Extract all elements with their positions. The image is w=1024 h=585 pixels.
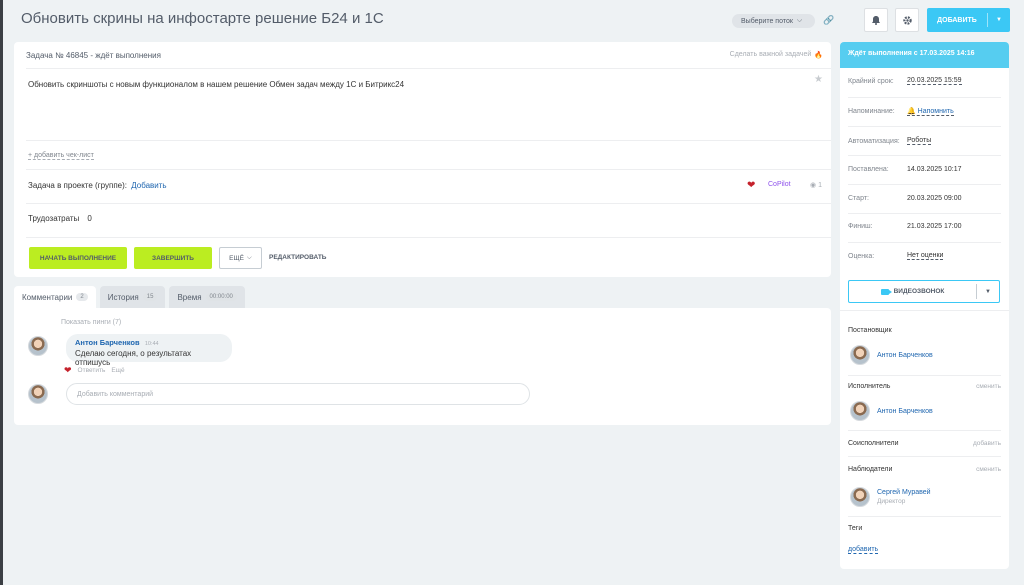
page-title: Обновить скрины на инфостарте решение Б2… bbox=[21, 10, 384, 27]
observer-person[interactable]: Сергей Муравей Директор bbox=[850, 487, 931, 507]
finish-row: Финиш: 21.03.2025 17:00 bbox=[848, 223, 962, 230]
creator-header: Постановщик bbox=[848, 327, 892, 334]
tab-bar: Комментарии 2 История 15 Время 00:00:00 bbox=[14, 286, 245, 308]
time-spent-label: Трудозатраты bbox=[28, 214, 80, 223]
reminder-row: Напоминание: 🔔 Напомнить bbox=[848, 107, 954, 116]
observer-role: Директор bbox=[877, 498, 906, 505]
add-checklist-link[interactable]: + добавить чек-лист bbox=[28, 152, 94, 160]
avatar bbox=[850, 345, 870, 365]
tab-count: 15 bbox=[142, 293, 158, 301]
creator-name: Антон Барченков bbox=[877, 351, 933, 359]
flame-icon: 🔥 bbox=[814, 52, 823, 59]
assignee-person[interactable]: Антон Барченков bbox=[850, 401, 933, 421]
heart-icon[interactable]: ❤ bbox=[747, 180, 755, 191]
chevron-down-icon: ⌵ bbox=[246, 254, 252, 261]
comment-bubble: Антон Барченков 10:44 Сделаю сегодня, о … bbox=[66, 334, 232, 367]
star-icon[interactable]: ★ bbox=[814, 74, 823, 85]
project-label: Задача в проекте (группе): bbox=[28, 181, 127, 190]
deadline-row: Крайний срок: 20.03.2025 15:59 bbox=[848, 77, 962, 85]
like-heart-icon[interactable]: ❤ bbox=[64, 365, 72, 376]
rating-row: Оценка: Нет оценки bbox=[848, 252, 944, 260]
gear-icon bbox=[902, 15, 912, 25]
comment-input[interactable]: Добавить комментарий bbox=[66, 383, 530, 405]
bell-icon bbox=[872, 16, 880, 25]
show-pings-link[interactable]: Показать пинги (7) bbox=[61, 319, 121, 326]
project-row: Задача в проекте (группе): Добавить bbox=[28, 181, 167, 190]
observers-header: Наблюдатели сменить bbox=[848, 466, 1001, 473]
flow-label: Выберите поток bbox=[741, 17, 793, 25]
created-row: Поставлена: 14.03.2025 10:17 bbox=[848, 166, 962, 173]
finish-task-button[interactable]: ЗАВЕРШИТЬ bbox=[134, 247, 212, 269]
notifications-button[interactable] bbox=[864, 8, 888, 32]
bell-icon: 🔔 bbox=[907, 108, 916, 115]
camera-icon bbox=[880, 288, 892, 295]
video-call-button[interactable]: ВИДЕОЗВОНОК ▼ bbox=[848, 280, 1000, 303]
comment-author[interactable]: Антон Барченков bbox=[75, 338, 140, 347]
status-badge: Ждёт выполнения с 17.03.2025 14:16 bbox=[840, 42, 1009, 68]
chevron-down-icon[interactable]: ▼ bbox=[988, 17, 1010, 23]
add-button-label: ДОБАВИТЬ bbox=[937, 16, 977, 24]
copilot-link[interactable]: CoPilot bbox=[768, 181, 791, 188]
created-value: 14.03.2025 10:17 bbox=[907, 166, 962, 173]
task-card: Задача № 46845 - ждёт выполнения Сделать… bbox=[14, 42, 831, 277]
tab-count: 2 bbox=[76, 293, 88, 301]
creator-person[interactable]: Антон Барченков bbox=[850, 345, 933, 365]
reminder-link[interactable]: 🔔 Напомнить bbox=[907, 107, 954, 116]
avatar bbox=[850, 401, 870, 421]
assignee-header: Исполнитель сменить bbox=[848, 383, 1001, 390]
add-tag-link[interactable]: добавить bbox=[848, 546, 879, 554]
comments-panel: Показать пинги (7) Антон Барченков 10:44… bbox=[14, 308, 831, 425]
start-task-button[interactable]: НАЧАТЬ ВЫПОЛНЕНИЕ bbox=[29, 247, 127, 269]
start-row: Старт: 20.03.2025 09:00 bbox=[848, 195, 962, 202]
task-sidebar: Ждёт выполнения с 17.03.2025 14:16 Крайн… bbox=[840, 42, 1009, 569]
views-counter: ◉ 1 bbox=[810, 182, 822, 189]
flow-selector[interactable]: Выберите поток ⌵ bbox=[732, 14, 815, 28]
more-button[interactable]: ЕЩЁ ⌵ bbox=[219, 247, 262, 269]
avatar[interactable] bbox=[28, 336, 48, 356]
add-button[interactable]: ДОБАВИТЬ ▼ bbox=[927, 8, 1010, 32]
change-observers-link[interactable]: сменить bbox=[976, 466, 1001, 473]
task-heading: Задача № 46845 - ждёт выполнения bbox=[26, 51, 161, 60]
mark-important-button[interactable]: Сделать важной задачей 🔥 bbox=[730, 51, 823, 59]
rating-value[interactable]: Нет оценки bbox=[907, 252, 944, 260]
observer-name: Сергей Муравей bbox=[877, 489, 931, 496]
tab-time[interactable]: Время 00:00:00 bbox=[169, 286, 245, 308]
robots-link[interactable]: Роботы bbox=[907, 137, 932, 145]
settings-button[interactable] bbox=[895, 8, 919, 32]
start-value: 20.03.2025 09:00 bbox=[907, 195, 962, 202]
time-spent-value: 0 bbox=[87, 214, 92, 223]
chevron-down-icon[interactable]: ▼ bbox=[977, 289, 999, 295]
project-add-link[interactable]: Добавить bbox=[131, 181, 166, 190]
time-spent: Трудозатраты 0 bbox=[28, 214, 92, 223]
task-description: Обновить скриншоты с новым функционалом … bbox=[28, 80, 405, 89]
add-coexecutor-link[interactable]: добавить bbox=[973, 440, 1001, 447]
left-strip bbox=[0, 0, 3, 585]
comment-more-link[interactable]: Ещё bbox=[111, 367, 124, 374]
assignee-name: Антон Барченков bbox=[877, 407, 933, 415]
coexecutors-header: Соисполнители добавить bbox=[848, 440, 1001, 447]
finish-value: 21.03.2025 17:00 bbox=[907, 223, 962, 230]
deadline-value[interactable]: 20.03.2025 15:59 bbox=[907, 77, 962, 85]
comment-time: 10:44 bbox=[144, 341, 159, 347]
avatar bbox=[28, 384, 48, 404]
link-icon[interactable]: 🔗 bbox=[823, 15, 834, 26]
chevron-down-icon: ⌵ bbox=[796, 17, 803, 24]
tags-header: Теги bbox=[848, 525, 863, 532]
comment-actions: ❤ Ответить Ещё bbox=[64, 365, 125, 376]
change-assignee-link[interactable]: сменить bbox=[976, 383, 1001, 390]
avatar bbox=[850, 487, 870, 507]
tab-comments[interactable]: Комментарии 2 bbox=[14, 286, 96, 308]
automation-row: Автоматизация: Роботы bbox=[848, 137, 932, 145]
eye-icon: ◉ bbox=[810, 182, 817, 189]
tab-count: 00:00:00 bbox=[205, 293, 237, 301]
tab-history[interactable]: История 15 bbox=[99, 286, 166, 308]
reply-link[interactable]: Ответить bbox=[78, 367, 106, 374]
edit-button[interactable]: РЕДАКТИРОВАТЬ bbox=[269, 254, 326, 261]
